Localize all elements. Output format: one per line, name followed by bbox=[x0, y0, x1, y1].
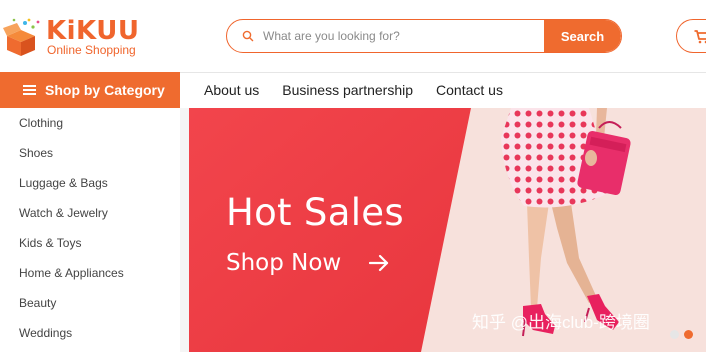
nav-about-us[interactable]: About us bbox=[204, 82, 259, 98]
kikuu-logo[interactable]: KiKUU Online Shopping bbox=[0, 8, 150, 60]
category-kids-toys[interactable]: Kids & Toys bbox=[19, 236, 81, 250]
carousel-dot-2[interactable] bbox=[684, 330, 693, 339]
banner-headline: Hot Sales bbox=[226, 191, 404, 234]
category-clothing[interactable]: Clothing bbox=[19, 116, 63, 130]
logo-tagline: Online Shopping bbox=[47, 43, 136, 57]
category-menu-title: Shop by Category bbox=[45, 82, 165, 98]
category-watch-jewelry[interactable]: Watch & Jewelry bbox=[19, 206, 108, 220]
arrow-right-icon bbox=[369, 254, 389, 272]
category-weddings[interactable]: Weddings bbox=[19, 326, 72, 340]
shop-now-link[interactable]: Shop Now bbox=[226, 249, 341, 277]
category-home-appliances[interactable]: Home & Appliances bbox=[19, 266, 124, 280]
search-icon bbox=[242, 30, 254, 42]
carousel-dot-1[interactable] bbox=[670, 330, 679, 339]
cart-button[interactable] bbox=[676, 19, 706, 53]
nav-links: About us Business partnership Contact us bbox=[204, 82, 503, 98]
gift-box-icon bbox=[3, 18, 40, 56]
shopping-cart-icon bbox=[694, 30, 706, 44]
search-button[interactable]: Search bbox=[544, 20, 621, 52]
nav-business-partnership[interactable]: Business partnership bbox=[282, 82, 413, 98]
shop-by-category-header[interactable]: Shop by Category bbox=[0, 72, 180, 108]
hero-banner[interactable]: Hot Sales Shop Now 知乎 @出海club-跨境圈 bbox=[189, 108, 706, 352]
category-beauty[interactable]: Beauty bbox=[19, 296, 56, 310]
watermark-text: 知乎 @出海club-跨境圈 bbox=[472, 313, 650, 332]
search-input[interactable] bbox=[263, 20, 545, 52]
search-bar: Search bbox=[226, 19, 622, 53]
logo-name: KiKUU bbox=[46, 16, 140, 46]
menu-icon bbox=[23, 85, 36, 95]
category-shoes[interactable]: Shoes bbox=[19, 146, 53, 160]
category-luggage-bags[interactable]: Luggage & Bags bbox=[19, 176, 108, 190]
nav-contact-us[interactable]: Contact us bbox=[436, 82, 503, 98]
category-sidebar: Clothing Shoes Luggage & Bags Watch & Je… bbox=[0, 108, 180, 352]
